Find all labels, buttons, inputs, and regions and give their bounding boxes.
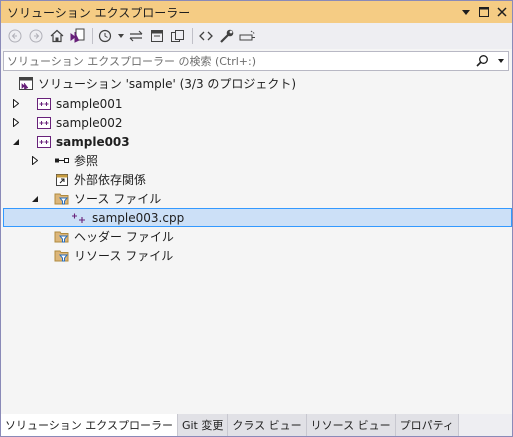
back-icon[interactable] [5,26,25,46]
tree-item-header-files[interactable]: ヘッダー ファイル [3,227,512,246]
tree-item-source-files[interactable]: ソース ファイル [3,189,512,208]
cpp-project-icon [36,134,52,150]
search-box [3,51,509,71]
header-files-label: ヘッダー ファイル [74,230,174,244]
source-files-label: ソース ファイル [74,192,162,206]
cpp-project-icon [36,115,52,131]
file-label: sample003.cpp [92,210,185,225]
code-view-icon[interactable] [196,26,216,46]
maximize-icon[interactable] [476,4,492,20]
forward-icon[interactable] [26,26,46,46]
tab-properties[interactable]: プロパティ [395,414,459,436]
expand-arrow-icon[interactable] [30,151,40,170]
home-icon[interactable] [47,26,67,46]
tab-resource-view[interactable]: リソース ビュー [306,414,396,436]
dropdown-icon[interactable] [458,4,474,20]
toolbar [1,23,512,49]
search-icon[interactable] [470,54,493,68]
tree-item-project[interactable]: sample001 [3,94,512,113]
close-icon[interactable] [494,4,510,20]
collapse-arrow-icon[interactable] [30,189,40,208]
filter-folder-icon [54,191,70,207]
references-icon [54,153,70,169]
solution-explorer-window: ソリューション エクスプローラー ソリューション エクスプローラー の検索 (C… [0,0,513,437]
external-deps-label: 外部依存関係 [74,173,147,187]
project-label: sample003 [56,134,130,149]
collapse-all-icon[interactable] [147,26,167,46]
collapse-arrow-icon[interactable] [11,132,21,151]
toolbar-separator [92,28,93,44]
history-icon[interactable] [96,26,116,46]
tab-class-view[interactable]: クラス ビュー [228,414,307,436]
sync-icon[interactable] [126,26,146,46]
filter-folder-icon [54,248,70,264]
show-all-files-icon[interactable] [168,26,188,46]
cpp-file-icon [71,210,87,226]
preview-icon[interactable] [238,26,258,46]
project-label: sample001 [56,96,123,111]
solution-tree: ソリューション 'sample' (3/3 のプロジェクト) sample001… [3,73,512,410]
search-options-icon[interactable] [493,59,508,63]
tab-git-changes[interactable]: Git 変更 [177,414,229,436]
tab-solution-explorer[interactable]: ソリューション エクスプローラー [1,414,178,436]
tree-item-project-startup[interactable]: sample003 [3,132,512,151]
window-title: ソリューション エクスプローラー [7,5,191,20]
tree-item-resource-files[interactable]: リソース ファイル [3,246,512,265]
tree-item-solution[interactable]: ソリューション 'sample' (3/3 のプロジェクト) [3,74,512,93]
resource-files-label: リソース ファイル [74,249,174,263]
title-bar: ソリューション エクスプローラー [1,1,512,23]
properties-icon[interactable] [217,26,237,46]
tree-item-project[interactable]: sample002 [3,113,512,132]
external-deps-icon [54,172,70,188]
solution-label: ソリューション 'sample' (3/3 のプロジェクト) [38,77,297,91]
search-input[interactable] [4,52,470,70]
project-label: sample002 [56,115,123,130]
history-dropdown-icon[interactable] [117,26,125,46]
cpp-project-icon [36,96,52,112]
solution-icon [18,76,34,92]
toolbar-separator [192,28,193,44]
tree-item-cpp-file[interactable]: sample003.cpp [3,208,512,227]
filter-folder-icon [54,229,70,245]
expand-arrow-icon[interactable] [11,113,21,132]
tree-item-external-deps[interactable]: 外部依存関係 [3,170,512,189]
tree-item-references[interactable]: 参照 [3,151,512,170]
bottom-tab-strip: ソリューション エクスプローラー Git 変更 クラス ビュー リソース ビュー… [1,414,512,436]
references-label: 参照 [74,154,99,168]
vs-switch-views-icon[interactable] [68,26,88,46]
expand-arrow-icon[interactable] [11,94,21,113]
